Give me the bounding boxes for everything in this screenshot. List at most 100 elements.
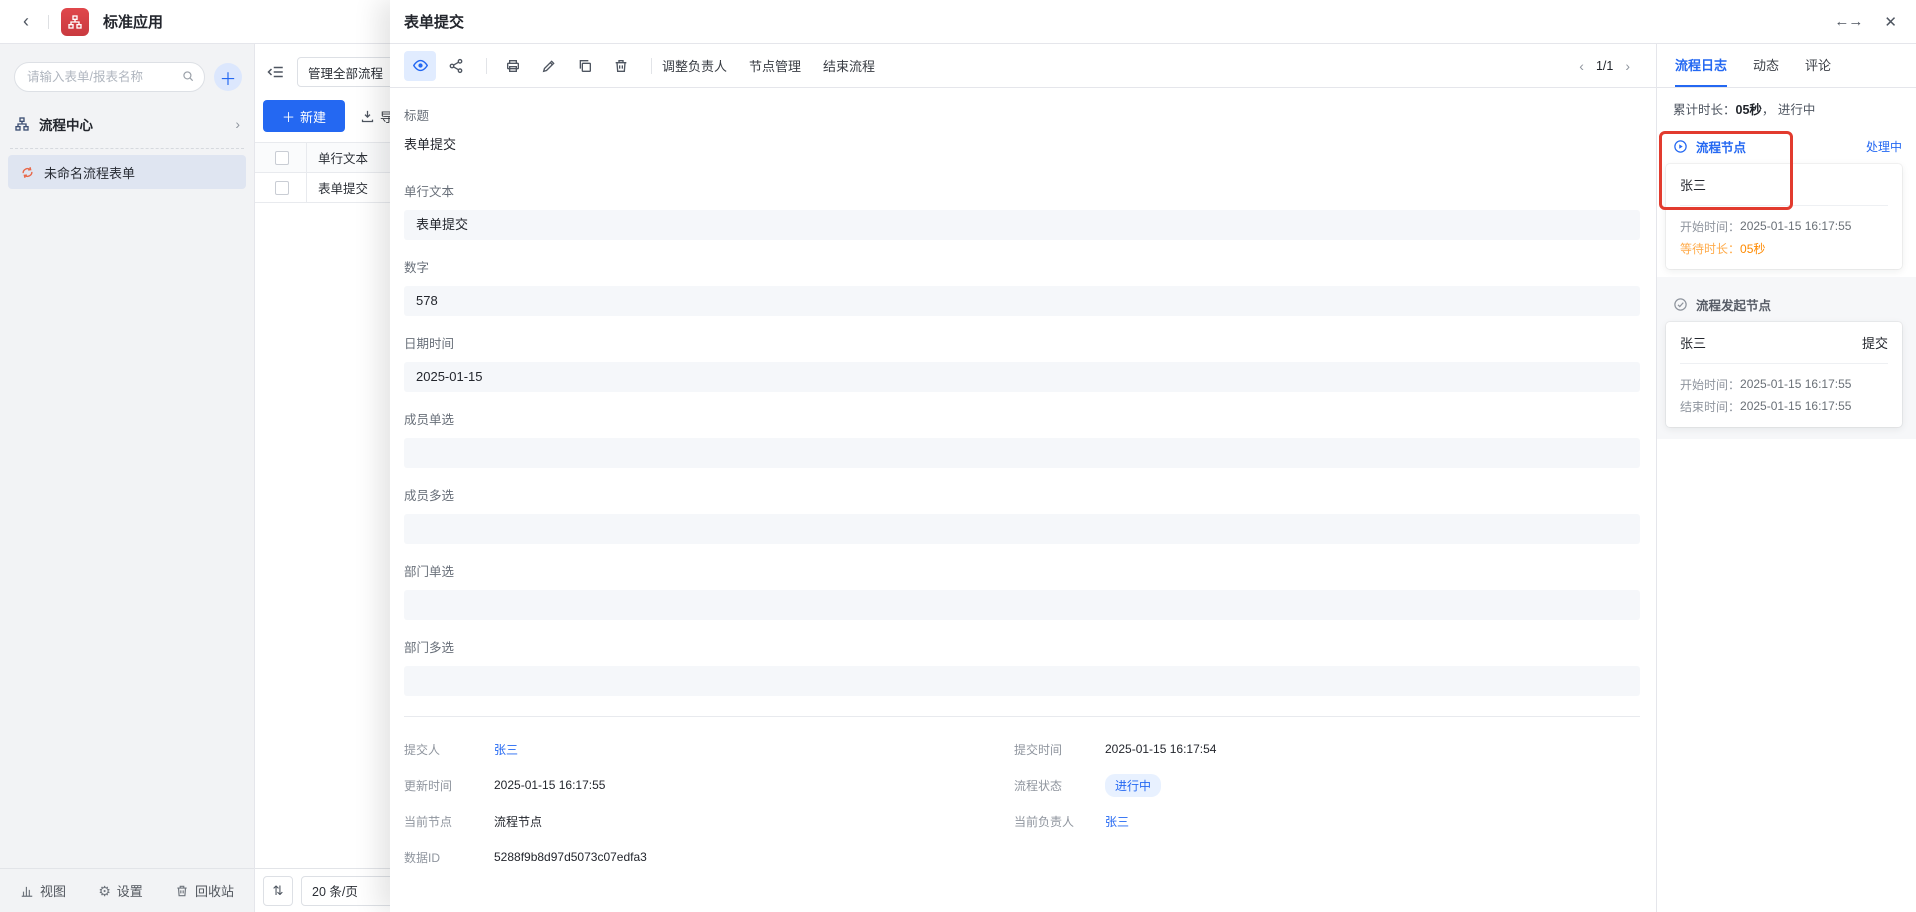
- summary-separator: ，: [1762, 103, 1775, 117]
- toolbar-divider: [486, 58, 487, 74]
- sort-icon: ⇅: [273, 883, 284, 899]
- row-cell: 表单提交: [307, 178, 368, 197]
- meta-row-submit-time: 提交时间 2025-01-15 16:17:54: [1014, 731, 1640, 767]
- tab-comments[interactable]: 评论: [1805, 44, 1831, 87]
- back-icon: ‹: [23, 11, 29, 32]
- time-value: 2025-01-15 16:17:55: [1740, 399, 1851, 413]
- field-value: 2025-01-15: [404, 362, 1640, 392]
- field-value: [404, 438, 1640, 468]
- time-label: 开始时间：: [1680, 376, 1740, 393]
- summary-status: 进行中: [1778, 103, 1816, 117]
- view-mode-button[interactable]: [404, 51, 436, 81]
- node-status[interactable]: 处理中: [1866, 138, 1902, 155]
- prev-record-icon[interactable]: ‹: [1579, 58, 1584, 74]
- field-value: [404, 590, 1640, 620]
- row-height-button[interactable]: ⇅: [263, 876, 293, 906]
- meta-row-data-id: 数据ID 5288f9b8d97d5073c07edfa3: [404, 839, 1014, 875]
- record-form: 标题 表单提交 单行文本 表单提交 数字 578 日期时间 2025-01-15: [390, 88, 1656, 912]
- close-drawer-icon[interactable]: ✕: [1884, 13, 1896, 31]
- field-label: 标题: [404, 108, 1640, 124]
- record-toolbar: 调整负责人 节点管理 结束流程 ‹ 1/1 ›: [390, 44, 1656, 88]
- views-label: 视图: [40, 881, 66, 900]
- time-label: 结束时间：: [1680, 398, 1740, 415]
- copy-icon: [577, 58, 593, 74]
- collapse-sidebar-icon[interactable]: [267, 63, 285, 81]
- meta-label: 提交时间: [1014, 741, 1093, 758]
- process-summary: 累计时长：05秒， 进行中: [1657, 88, 1916, 119]
- meta-label: 当前节点: [404, 813, 482, 830]
- copy-button[interactable]: [569, 51, 601, 81]
- workflow-icon: [20, 165, 35, 180]
- plus-icon: ＋: [220, 65, 237, 90]
- meta-value: 2025-01-15 16:17:55: [494, 778, 605, 792]
- recycle-bin-label: 回收站: [195, 881, 234, 900]
- field-value: 表单提交: [404, 210, 1640, 240]
- sidebar-item-label: 未命名流程表单: [44, 163, 135, 182]
- field-label: 日期时间: [404, 336, 1640, 352]
- form-field-department-multi: 部门多选: [404, 640, 1640, 696]
- time-value: 2025-01-15 16:17:55: [1740, 377, 1851, 391]
- end-process-button[interactable]: 结束流程: [823, 56, 875, 75]
- process-node-card: 张三 开始时间： 2025-01-15 16:17:55 等待时长： 05秒: [1666, 164, 1902, 269]
- field-value: [404, 514, 1640, 544]
- page-size-value: 20 条/页: [312, 881, 358, 900]
- bar-chart-icon: [20, 884, 34, 898]
- sidebar-group-process-center[interactable]: 流程中心 ›: [0, 106, 254, 142]
- status-badge: 进行中: [1105, 774, 1161, 797]
- field-label: 成员单选: [404, 412, 1640, 428]
- expand-drawer-icon[interactable]: ←→: [1834, 13, 1862, 30]
- new-record-button[interactable]: ＋ 新建: [263, 100, 345, 132]
- chevron-right-icon: ›: [235, 116, 240, 132]
- edit-button[interactable]: [533, 51, 565, 81]
- form-field-member-multi: 成员多选: [404, 488, 1640, 544]
- wait-value: 05秒: [1740, 240, 1765, 257]
- node-assignee: 张三: [1680, 333, 1706, 352]
- owner-link[interactable]: 张三: [1105, 813, 1129, 830]
- tab-process-log[interactable]: 流程日志: [1675, 44, 1727, 87]
- form-field-title: 标题 表单提交: [404, 108, 1640, 154]
- back-button[interactable]: ‹: [14, 10, 38, 34]
- process-log-panel: 流程日志 动态 评论 累计时长：05秒， 进行中 流程节点 处理中: [1656, 44, 1916, 912]
- print-button[interactable]: [497, 51, 529, 81]
- start-node-card: 张三 提交 开始时间： 2025-01-15 16:17:55 结束时间：: [1666, 322, 1902, 427]
- submitter-link[interactable]: 张三: [494, 741, 518, 758]
- row-checkbox[interactable]: [275, 181, 289, 195]
- adjust-owner-button[interactable]: 调整负责人: [662, 56, 727, 75]
- node-name: 流程发起节点: [1696, 295, 1771, 314]
- sidebar: ＋ 流程中心 › 未命名流程表单 视图 ⚙ 设置: [0, 44, 255, 912]
- sidebar-divider: [10, 148, 244, 149]
- tab-activity[interactable]: 动态: [1753, 44, 1779, 87]
- gear-icon: ⚙: [98, 884, 111, 898]
- org-chart-icon: [14, 116, 30, 132]
- app-icon: [61, 8, 89, 36]
- record-page-indicator: 1/1: [1596, 59, 1613, 73]
- record-meta: 提交人 张三 更新时间 2025-01-15 16:17:55 当前节点 流程节…: [404, 717, 1640, 875]
- next-record-icon[interactable]: ›: [1625, 58, 1630, 74]
- node-time-row: 开始时间： 2025-01-15 16:17:55: [1680, 215, 1888, 237]
- process-log-body: 累计时长：05秒， 进行中 流程节点 处理中 张三: [1657, 88, 1916, 912]
- node-management-button[interactable]: 节点管理: [749, 56, 801, 75]
- eye-icon: [412, 57, 429, 74]
- share-button[interactable]: [440, 51, 472, 81]
- field-value: [404, 666, 1640, 696]
- meta-row-updated-time: 更新时间 2025-01-15 16:17:55: [404, 767, 1014, 803]
- time-label: 开始时间：: [1680, 218, 1740, 235]
- add-form-button[interactable]: ＋: [214, 63, 242, 91]
- delete-button[interactable]: [605, 51, 637, 81]
- drawer-title: 表单提交: [404, 11, 464, 32]
- plus-icon: ＋: [282, 107, 295, 126]
- settings-button[interactable]: ⚙ 设置: [98, 881, 143, 900]
- meta-label: 提交人: [404, 741, 482, 758]
- form-field-datetime: 日期时间 2025-01-15: [404, 336, 1640, 392]
- node-assignee: 张三: [1680, 175, 1706, 194]
- views-button[interactable]: 视图: [20, 881, 66, 900]
- toolbar-divider: [651, 58, 652, 74]
- start-node-header: 流程发起节点: [1657, 286, 1916, 313]
- recycle-bin-button[interactable]: 回收站: [175, 881, 234, 900]
- form-field-single-line-text: 单行文本 表单提交: [404, 184, 1640, 240]
- select-all-checkbox[interactable]: [275, 151, 289, 165]
- sidebar-item-process-form[interactable]: 未命名流程表单: [8, 155, 246, 189]
- search-input[interactable]: [14, 62, 205, 92]
- form-field-department-single: 部门单选: [404, 564, 1640, 620]
- log-tabs: 流程日志 动态 评论: [1657, 44, 1916, 88]
